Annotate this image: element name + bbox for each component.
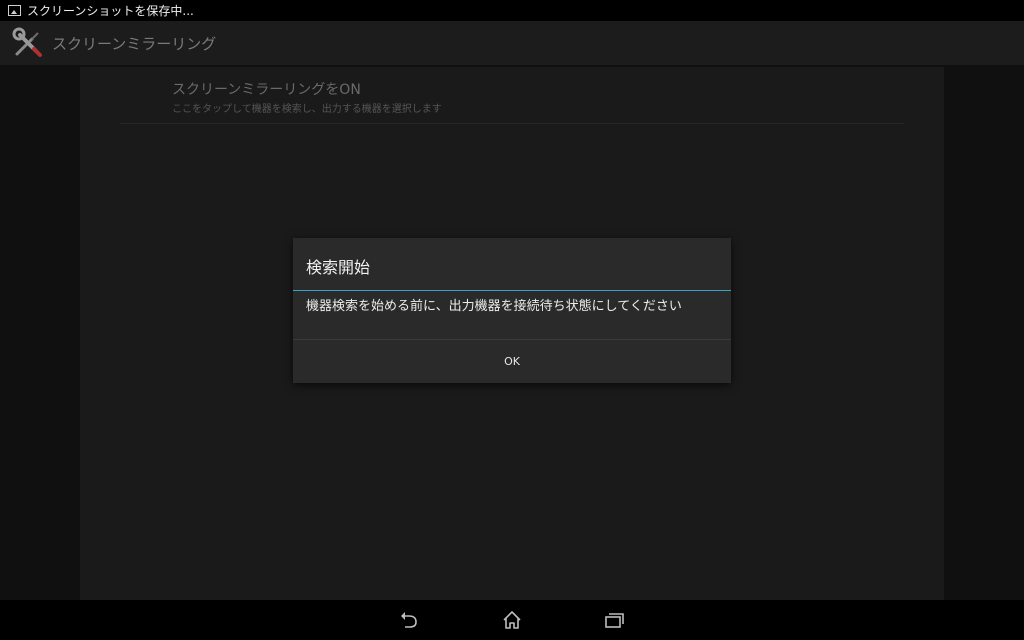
search-start-dialog: 検索開始 機器検索を始める前に、出力機器を接続待ち状態にしてください OK — [293, 238, 731, 383]
app-title: スクリーンミラーリング — [52, 34, 217, 53]
wrench-screwdriver-icon — [12, 27, 42, 57]
screen: スクリーンショットを保存中... スクリーンミラーリング スクリーンミラーリング… — [0, 0, 1024, 640]
action-bar: スクリーンミラーリング — [0, 21, 1024, 65]
dialog-title-divider — [293, 290, 731, 291]
recent-apps-icon[interactable] — [603, 610, 625, 630]
setting-summary: ここをタップして機器を検索し、出力する機器を選択します — [172, 104, 442, 115]
dialog-message: 機器検索を始める前に、出力機器を接続待ち状態にしてください — [306, 299, 682, 314]
status-notification-text: スクリーンショットを保存中... — [27, 4, 194, 18]
ok-button[interactable]: OK — [293, 340, 731, 383]
back-icon[interactable] — [399, 610, 421, 630]
image-icon — [8, 5, 21, 16]
screen-mirroring-setting[interactable]: スクリーンミラーリングをON ここをタップして機器を検索し、出力する機器を選択し… — [120, 67, 904, 124]
home-icon[interactable] — [501, 610, 523, 630]
dialog-title: 検索開始 — [306, 258, 371, 277]
setting-title: スクリーンミラーリングをON — [172, 82, 361, 98]
status-bar: スクリーンショットを保存中... — [0, 0, 1024, 21]
navigation-bar — [0, 600, 1024, 640]
